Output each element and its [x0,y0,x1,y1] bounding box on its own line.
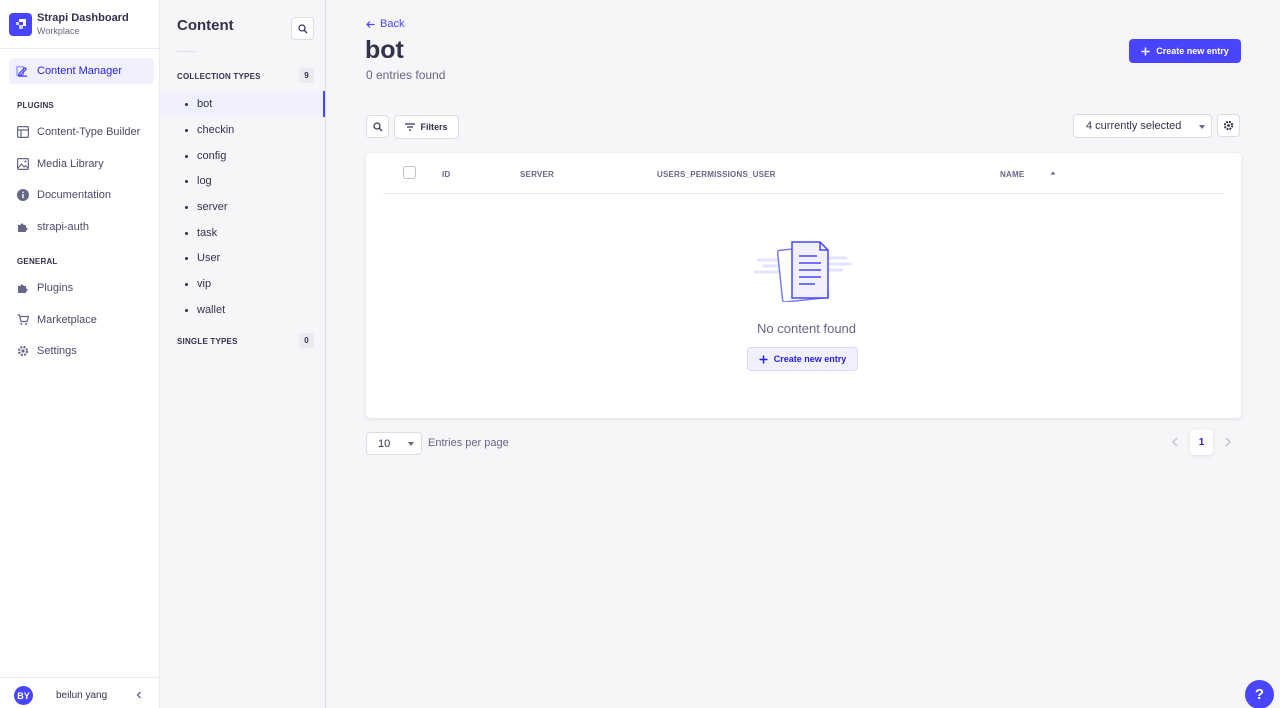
column-header-name[interactable]: NAME [1000,170,1024,179]
subnav-search-button[interactable] [291,17,314,40]
image-icon [17,158,29,170]
nav-item-plugins[interactable]: Plugins [17,278,73,298]
puzzle-icon [18,284,28,293]
select-all-checkbox[interactable] [403,166,416,179]
chevron-left-icon[interactable] [133,689,145,701]
gear-icon [1223,120,1234,131]
puzzle-icon [18,223,28,232]
nav-item-content-manager[interactable]: Content Manager [9,58,154,84]
nav-item-content-type-builder[interactable]: Content-Type Builder [17,122,140,142]
info-icon [17,189,29,201]
general-heading: GENERAL [17,257,58,266]
collection-type-vip[interactable]: vip [160,271,325,297]
user-profile-bar: BY beilun yang [0,677,159,708]
filters-button[interactable]: Filters [394,115,459,139]
plus-icon [759,355,768,363]
entries-per-page-label: Entries per page [428,437,509,449]
subnav-title: Content [177,17,234,34]
search-button[interactable] [366,115,389,138]
caret-down-icon [1199,125,1205,129]
brand-header[interactable]: Strapi Dashboard Workplace [0,0,159,49]
column-header-server[interactable]: SERVER [520,170,554,179]
search-icon [297,23,307,33]
collection-type-bot[interactable]: bot [160,91,325,117]
user-name[interactable]: beilun yang [56,690,107,701]
avatar[interactable]: BY [14,686,33,705]
search-icon [372,121,382,131]
collection-type-task[interactable]: task [160,220,325,246]
main-navigation: Strapi Dashboard Workplace Content Manag… [0,0,160,708]
sort-ascending-icon[interactable] [1050,170,1056,176]
entries-count: 0 entries found [366,68,446,82]
single-count-badge: 0 [299,333,314,348]
pagination-page-1[interactable]: 1 [1190,430,1213,455]
collection-type-log[interactable]: log [160,168,325,194]
collection-type-wallet[interactable]: wallet [160,297,325,323]
nav-item-marketplace[interactable]: Marketplace [17,310,97,330]
settings-button[interactable] [1217,114,1240,137]
empty-documents-illustration [754,241,852,302]
strapi-logo-icon [9,12,32,36]
collection-type-config[interactable]: config [160,143,325,169]
next-page-icon[interactable] [1224,437,1232,447]
filter-icon [405,123,416,131]
nav-item-settings[interactable]: Settings [17,341,77,361]
collection-types-heading[interactable]: COLLECTION TYPES [177,72,261,81]
help-button[interactable]: ? [1245,680,1274,708]
entries-per-page-select[interactable]: 10 [366,432,422,455]
layout-icon [17,126,29,138]
shopping-cart-icon [17,314,29,325]
empty-create-entry-button[interactable]: Create new entry [747,347,858,371]
brand-title: Strapi Dashboard [37,11,129,24]
caret-down-icon [408,442,414,446]
gear-icon [17,345,29,357]
nav-item-strapi-auth[interactable]: strapi-auth [17,217,89,237]
collection-type-server[interactable]: server [160,194,325,220]
collection-type-user[interactable]: User [160,245,325,271]
column-header-users-permissions-user[interactable]: USERS_PERMISSIONS_USER [657,170,776,179]
arrow-left-icon [366,20,375,28]
back-link[interactable]: Back [366,18,404,30]
empty-state-text: No content found [757,321,857,336]
previous-page-icon[interactable] [1171,437,1179,447]
plugins-heading: PLUGINS [17,101,54,110]
collection-type-checkin[interactable]: checkin [160,117,325,143]
nav-item-label: Content Manager [37,65,122,77]
table-header-row: ID SERVER USERS_PERMISSIONS_USER NAME [383,153,1224,194]
nav-item-documentation[interactable]: Documentation [17,185,111,205]
collection-count-badge: 9 [299,68,314,83]
plus-icon [1141,47,1150,55]
brand-subtitle: Workplace [37,25,80,36]
pencil-icon [16,65,28,77]
column-header-id[interactable]: ID [442,170,450,179]
divider [177,51,195,52]
nav-item-media-library[interactable]: Media Library [17,154,104,174]
content-subnav: Content COLLECTION TYPES bot checkin con… [160,0,326,708]
page-title: bot [365,36,404,64]
single-types-heading[interactable]: SINGLE TYPES [177,337,238,346]
columns-select[interactable]: 4 currently selected [1073,114,1212,138]
create-new-entry-button[interactable]: Create new entry [1129,39,1241,63]
